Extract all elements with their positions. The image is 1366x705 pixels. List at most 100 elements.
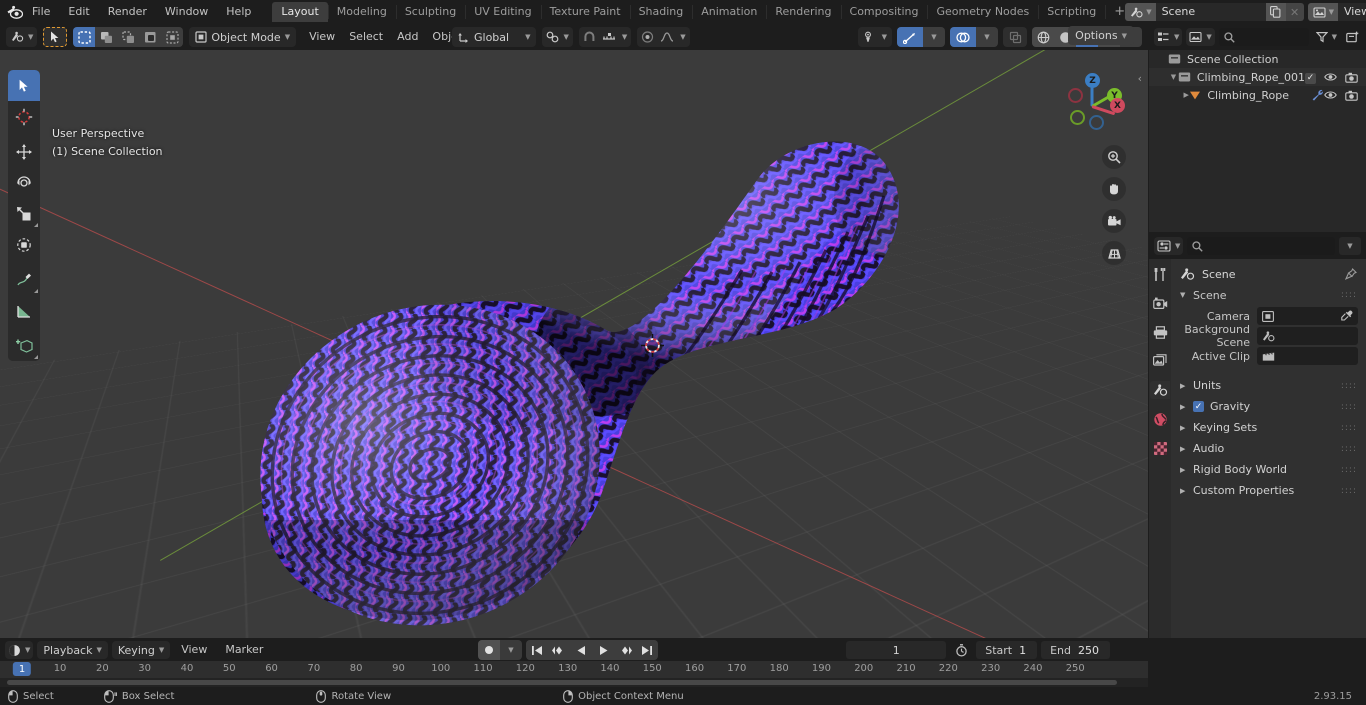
smooth-falloff-icon[interactable] xyxy=(660,31,674,43)
select-intersect-icon[interactable] xyxy=(161,27,184,47)
move-tool[interactable] xyxy=(8,136,40,167)
gizmo-axis-neg-z[interactable] xyxy=(1089,115,1104,130)
tweak-tool[interactable] xyxy=(8,70,40,101)
frame-end-field[interactable]: End 250 xyxy=(1041,641,1110,659)
eyedropper-icon[interactable] xyxy=(1341,310,1353,322)
properties-search-input[interactable] xyxy=(1187,237,1335,255)
gizmo-icon[interactable] xyxy=(897,27,923,47)
scene-icon[interactable]: ▼ xyxy=(1125,3,1156,21)
jump-end-icon[interactable] xyxy=(636,640,658,660)
object-visibility-icon[interactable] xyxy=(863,31,877,43)
timeline-ruler[interactable]: 10 20 30 40 50 60 70 80 90 100 110 120 130 140 150 160 1… xyxy=(0,661,1148,678)
select-invert-icon[interactable] xyxy=(139,27,162,47)
workspace-tab-scripting[interactable]: Scripting xyxy=(1038,2,1105,22)
properties-editor-icon[interactable]: ▼ xyxy=(1154,237,1184,255)
triangle-right-icon[interactable]: ▶ xyxy=(1180,487,1188,495)
workspace-tab-sculpting[interactable]: Sculpting xyxy=(395,2,465,22)
outliner-display-mode-icon[interactable]: ▼ xyxy=(1154,28,1183,46)
scene-name[interactable]: Scene xyxy=(1155,3,1266,21)
jump-start-icon[interactable] xyxy=(526,640,548,660)
sidebar-toggle-icon[interactable]: ‹ xyxy=(1138,72,1142,85)
workspace-tab-shading[interactable]: Shading xyxy=(629,2,693,22)
blender-logo-icon[interactable] xyxy=(6,3,23,21)
outliner-search-input[interactable] xyxy=(1218,28,1309,46)
play-reverse-icon[interactable] xyxy=(570,640,592,660)
mode-dropdown[interactable]: Object Mode ▼ xyxy=(189,27,297,47)
wireframe-icon[interactable] xyxy=(1032,27,1054,47)
frame-start-field[interactable]: Start 1 xyxy=(976,641,1038,659)
unlink-icon[interactable]: ✕ xyxy=(1285,3,1304,21)
snap-increment-icon[interactable] xyxy=(602,31,616,43)
workspace-tab-texture-paint[interactable]: Texture Paint xyxy=(540,2,630,22)
navigation-gizmo[interactable]: Z Y X xyxy=(1056,62,1128,134)
gizmo-axis-neg-y[interactable] xyxy=(1070,110,1085,125)
properties-tab-world[interactable] xyxy=(1150,410,1170,428)
properties-editor[interactable]: ▼ ▼ Scene ▼ Scene:::: Camera Background… xyxy=(1149,233,1366,638)
toggle-perspective-icon[interactable] xyxy=(1102,241,1126,265)
transform-tool[interactable] xyxy=(8,229,40,260)
rotate-tool[interactable] xyxy=(8,167,40,198)
timeline-scroll-thumb[interactable] xyxy=(7,680,1117,685)
outliner-row-climbing_rope_001[interactable]: ▼ Climbing_Rope_001 ✓ xyxy=(1149,68,1366,86)
triangle-right-icon[interactable]: ▶ xyxy=(1180,382,1188,390)
viewport-menu-view[interactable]: View xyxy=(302,27,342,47)
overlays-caret[interactable]: ▼ xyxy=(976,27,998,47)
workspace-tab-geometry-nodes[interactable]: Geometry Nodes xyxy=(927,2,1038,22)
viewport-options-dropdown[interactable]: Options ▼ xyxy=(1068,26,1134,45)
measure-tool[interactable] xyxy=(8,295,40,326)
cursor-select-icon[interactable] xyxy=(43,27,68,47)
scale-tool[interactable] xyxy=(8,198,40,229)
workspace-tab-modeling[interactable]: Modeling xyxy=(327,2,396,22)
camera-render-icon[interactable] xyxy=(1345,90,1358,101)
triangle-right-icon[interactable]: ▶ xyxy=(1180,424,1188,432)
gizmo-axis-z[interactable]: Z xyxy=(1085,73,1100,88)
outliner-checkbox[interactable]: ✓ xyxy=(1305,70,1316,84)
section-checkbox[interactable]: ✓ xyxy=(1193,401,1204,412)
property-input[interactable] xyxy=(1257,307,1358,325)
workspace-tab-animation[interactable]: Animation xyxy=(692,2,766,22)
triangle-right-icon[interactable]: ▶ xyxy=(1180,466,1188,474)
select-extend-icon[interactable] xyxy=(95,27,118,47)
new-collection-icon[interactable] xyxy=(1344,31,1361,44)
pan-hand-icon[interactable] xyxy=(1102,177,1126,201)
select-subtract-icon[interactable] xyxy=(117,27,140,47)
eye-icon[interactable] xyxy=(1324,90,1337,100)
gizmo-axis-x[interactable]: X xyxy=(1110,98,1125,113)
auto-key-caret[interactable]: ▼ xyxy=(500,640,522,660)
properties-tab-scene[interactable] xyxy=(1150,381,1170,399)
properties-options-caret[interactable]: ▼ xyxy=(1339,237,1361,255)
overlays-icon[interactable] xyxy=(950,27,976,47)
filter-funnel-icon[interactable]: ▼ xyxy=(1313,28,1340,46)
scene-panel-header[interactable]: ▼ Scene :::: xyxy=(1171,285,1366,305)
playback-dropdown[interactable]: Playback ▼ xyxy=(37,641,108,659)
timeline-playhead[interactable]: 1 xyxy=(12,662,32,676)
zoom-icon[interactable] xyxy=(1102,145,1126,169)
xray-icon[interactable] xyxy=(1003,27,1027,47)
camera-render-icon[interactable] xyxy=(1345,72,1358,83)
outliner-editor[interactable]: ▼ ▼ ▼ Scene Collection ▼ Climbing_Rope_001… xyxy=(1149,24,1366,232)
triangle-right-icon[interactable]: ▶ xyxy=(1180,445,1188,453)
properties-tab-output[interactable] xyxy=(1150,323,1170,341)
gizmo-axis-neg-x[interactable] xyxy=(1068,88,1083,103)
workspace-tab-compositing[interactable]: Compositing xyxy=(840,2,928,22)
select-set-icon[interactable] xyxy=(73,27,96,47)
view-layer-name[interactable]: View Layer xyxy=(1337,3,1366,21)
gizmo-caret[interactable]: ▼ xyxy=(923,27,945,47)
properties-section-gravity[interactable]: ▶ ✓ Gravity:::: xyxy=(1171,396,1366,417)
magnet-icon[interactable] xyxy=(583,31,596,43)
add-workspace-button[interactable]: + xyxy=(1105,2,1125,22)
properties-section-audio[interactable]: ▶ Audio:::: xyxy=(1171,438,1366,459)
object-visibility-dropdown[interactable]: ▼ xyxy=(857,27,892,47)
timeline-editor[interactable]: ▼ Playback ▼ Keying ▼ View Marker ▼ 1 St… xyxy=(0,639,1148,687)
outliner-filter-id-icon[interactable]: ▼ xyxy=(1186,28,1215,46)
workspace-tab-uv-editing[interactable]: UV Editing xyxy=(465,2,540,22)
view-layer-icon[interactable]: ▼ xyxy=(1307,3,1338,21)
3d-viewport[interactable]: User Perspective (1) Scene Collection Z … xyxy=(0,50,1148,638)
proportional-edit-icon[interactable] xyxy=(641,31,654,43)
eye-icon[interactable] xyxy=(1324,72,1337,82)
keying-dropdown[interactable]: Keying ▼ xyxy=(111,641,171,659)
properties-section-keying-sets[interactable]: ▶ Keying Sets:::: xyxy=(1171,417,1366,438)
timeline-view-menu[interactable]: View xyxy=(174,640,214,660)
triangle-down-icon[interactable]: ▼ xyxy=(1169,73,1178,81)
next-keyframe-icon[interactable] xyxy=(614,640,636,660)
